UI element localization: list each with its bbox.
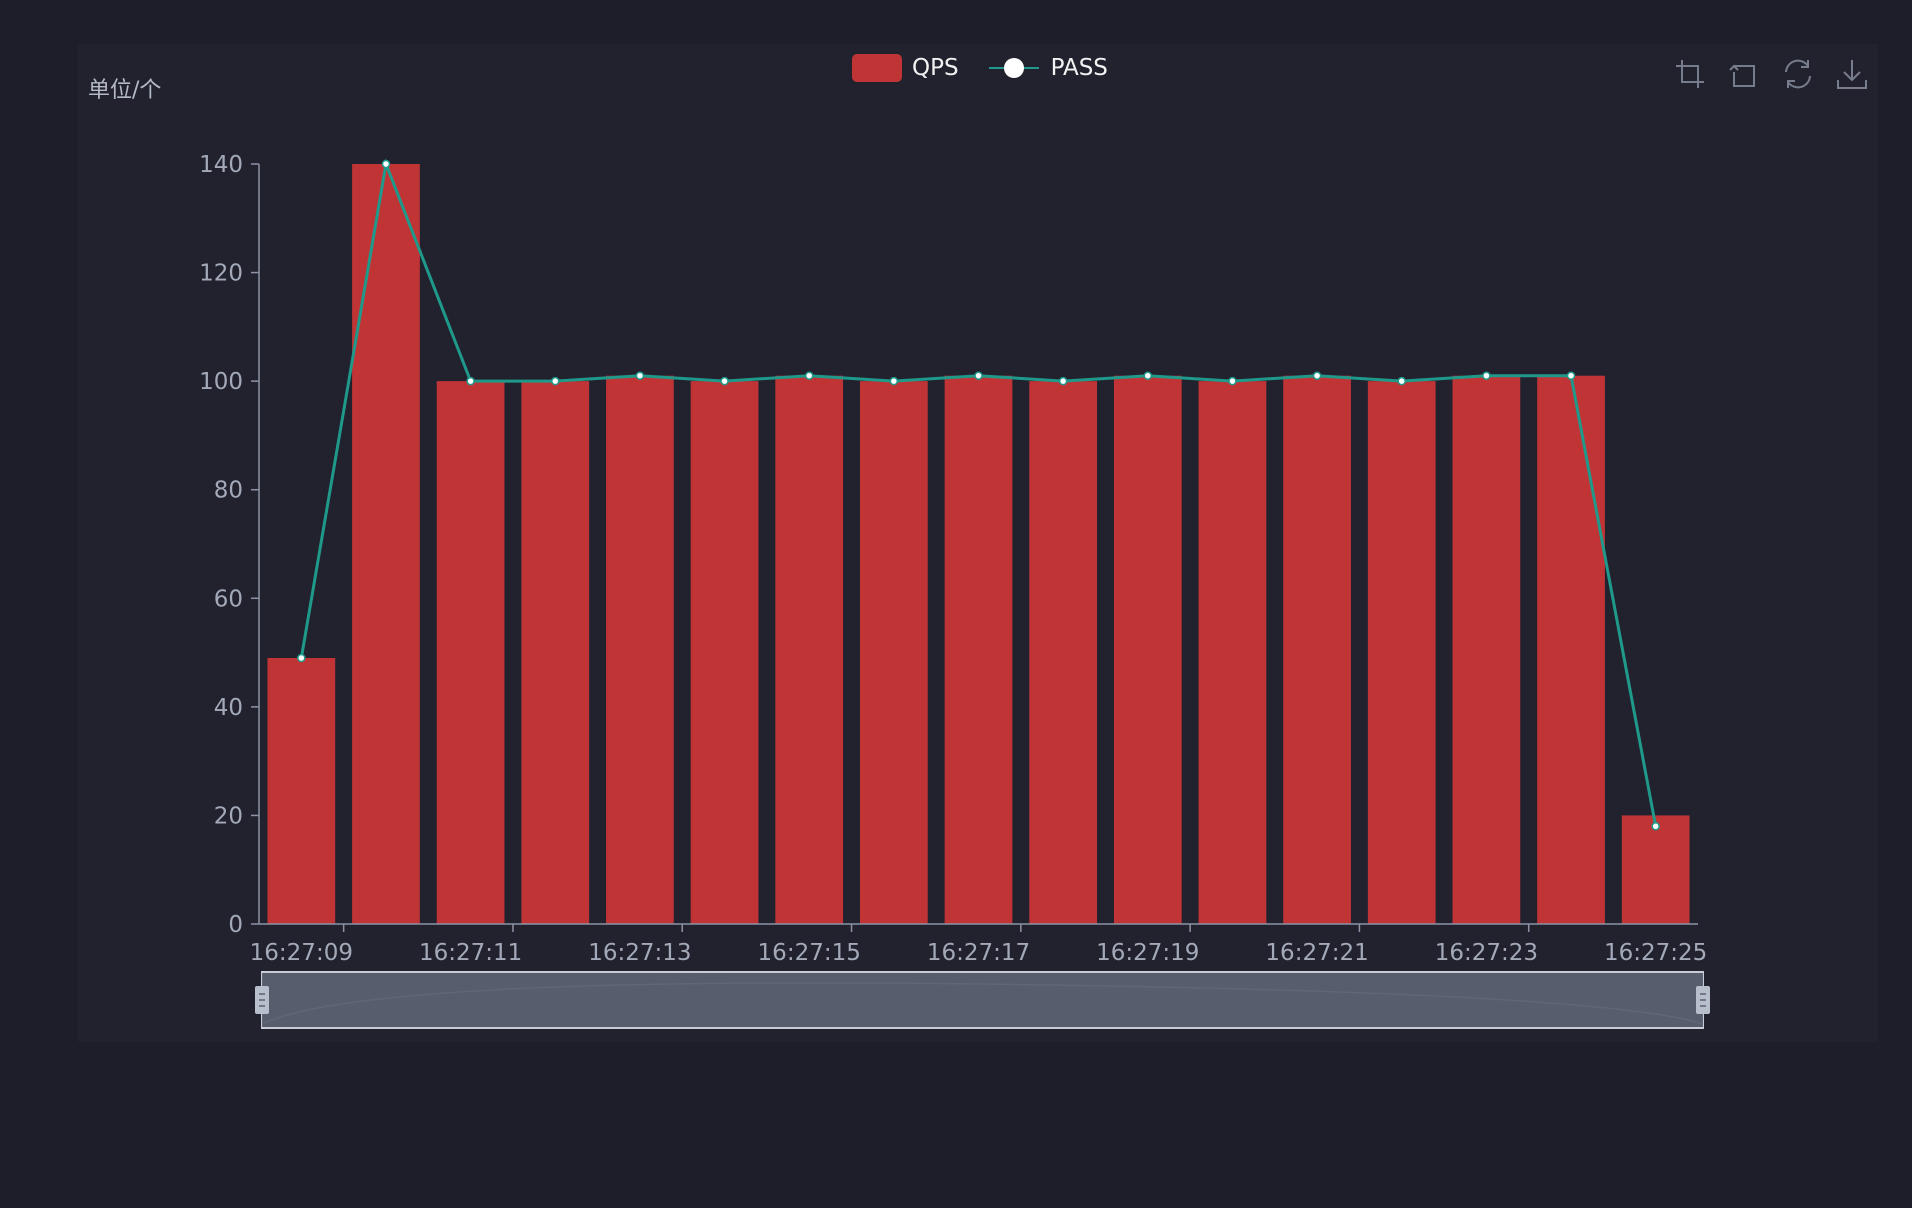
bar-qps [436, 381, 505, 925]
bar-qps [352, 164, 420, 924]
qps-chart: 0 20 40 60 80 100 120 140 16:27:09 16:27:11 16:27:… [199, 152, 1710, 1029]
point-pass [1397, 376, 1406, 386]
bar-qps [1367, 381, 1436, 925]
bar-qps [267, 658, 336, 924]
y-tick-label: 80 [214, 478, 243, 504]
y-tick-label: 0 [228, 912, 243, 938]
bar-qps [944, 375, 1013, 924]
bar-qps [1113, 375, 1182, 924]
bar-qps [1452, 375, 1521, 924]
x-tick-label: 16:27:17 [927, 940, 1030, 966]
y-tick-label: 40 [214, 695, 243, 721]
x-tick-label: 16:27:21 [1265, 940, 1368, 966]
bar-qps [1621, 815, 1690, 924]
point-pass [551, 376, 560, 386]
x-tick-label: 16:27:19 [1096, 940, 1199, 966]
bar-qps [606, 375, 674, 924]
bar-qps [775, 375, 844, 924]
point-pass [720, 376, 729, 386]
y-tick-label: 100 [199, 369, 243, 395]
bar-qps [1537, 375, 1605, 924]
bar-qps [690, 381, 759, 925]
y-tick-label: 60 [214, 586, 243, 612]
point-pass [1312, 371, 1322, 380]
point-pass [1228, 376, 1237, 386]
point-pass [804, 371, 814, 380]
point-pass [1651, 822, 1660, 831]
bar-qps [1198, 381, 1267, 925]
bar-qps [859, 381, 928, 925]
y-tick-label: 120 [199, 261, 243, 287]
point-pass [974, 371, 983, 380]
y-tick-label: 20 [214, 803, 243, 829]
x-tick-label: 16:27:11 [419, 940, 522, 966]
point-pass [635, 371, 645, 380]
bar-qps [1029, 381, 1098, 925]
zoom-slider-window [262, 973, 1703, 1027]
x-tick-label: 16:27:13 [588, 940, 691, 966]
point-pass [297, 653, 306, 663]
x-tick-label: 16:27:23 [1435, 940, 1538, 966]
point-pass [1058, 376, 1068, 386]
point-pass [466, 376, 475, 386]
x-tick-label: 16:27:25 [1604, 940, 1707, 966]
point-pass [1143, 371, 1153, 380]
bar-qps [521, 381, 590, 925]
point-pass [1482, 371, 1491, 380]
bar-qps [1283, 375, 1351, 924]
point-pass [889, 376, 899, 386]
x-tick-label: 16:27:09 [250, 940, 353, 966]
point-pass [381, 159, 391, 169]
point-pass [1566, 371, 1576, 380]
x-tick-label: 16:27:15 [758, 940, 861, 966]
y-tick-label: 140 [199, 152, 243, 178]
